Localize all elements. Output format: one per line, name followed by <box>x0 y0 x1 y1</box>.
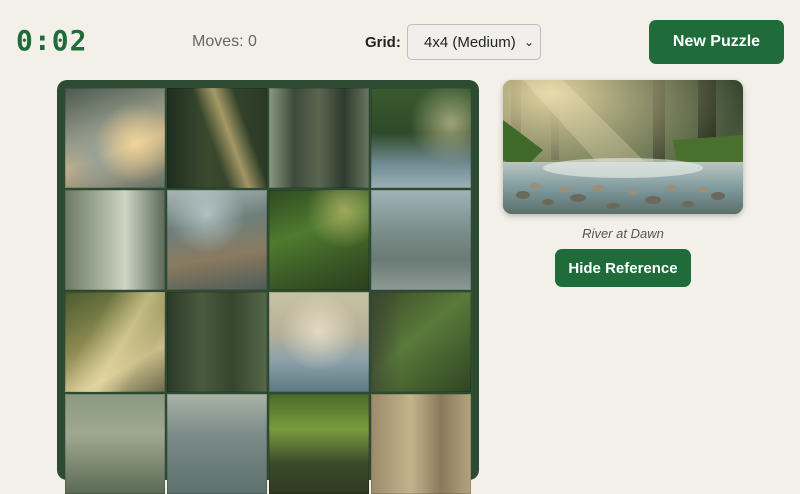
timer-display: 0:02 <box>16 24 88 57</box>
puzzle-tile-10[interactable] <box>167 292 267 392</box>
puzzle-tile-4[interactable] <box>371 88 471 188</box>
grid-select-value: 4x4 (Medium) <box>424 33 516 51</box>
puzzle-tile-1[interactable] <box>65 88 165 188</box>
reference-caption: River at Dawn <box>582 226 664 241</box>
puzzle-tile-16[interactable] <box>371 394 471 494</box>
puzzle-tile-5[interactable] <box>65 190 165 290</box>
reference-image-art <box>503 80 743 214</box>
chevron-down-icon: ⌄ <box>523 35 534 49</box>
moves-counter: Moves: 0 <box>192 33 257 50</box>
puzzle-tile-9[interactable] <box>65 292 165 392</box>
grid-size-select[interactable]: 4x4 (Medium) ⌄ <box>407 24 541 60</box>
new-puzzle-button[interactable]: New Puzzle <box>649 20 784 64</box>
puzzle-tile-2[interactable] <box>167 88 267 188</box>
puzzle-tile-3[interactable] <box>269 88 369 188</box>
puzzle-tile-13[interactable] <box>65 394 165 494</box>
puzzle-board <box>57 80 479 494</box>
grid-label: Grid: <box>365 34 401 51</box>
puzzle-tile-12[interactable] <box>371 292 471 392</box>
puzzle-tile-14[interactable] <box>167 394 267 494</box>
hide-reference-button[interactable]: Hide Reference <box>555 249 691 287</box>
puzzle-tile-6[interactable] <box>167 190 267 290</box>
puzzle-tile-8[interactable] <box>371 190 471 290</box>
puzzle-tile-11[interactable] <box>269 292 369 392</box>
puzzle-tile-15[interactable] <box>269 394 369 494</box>
puzzle-tile-7[interactable] <box>269 190 369 290</box>
reference-image <box>503 80 743 214</box>
